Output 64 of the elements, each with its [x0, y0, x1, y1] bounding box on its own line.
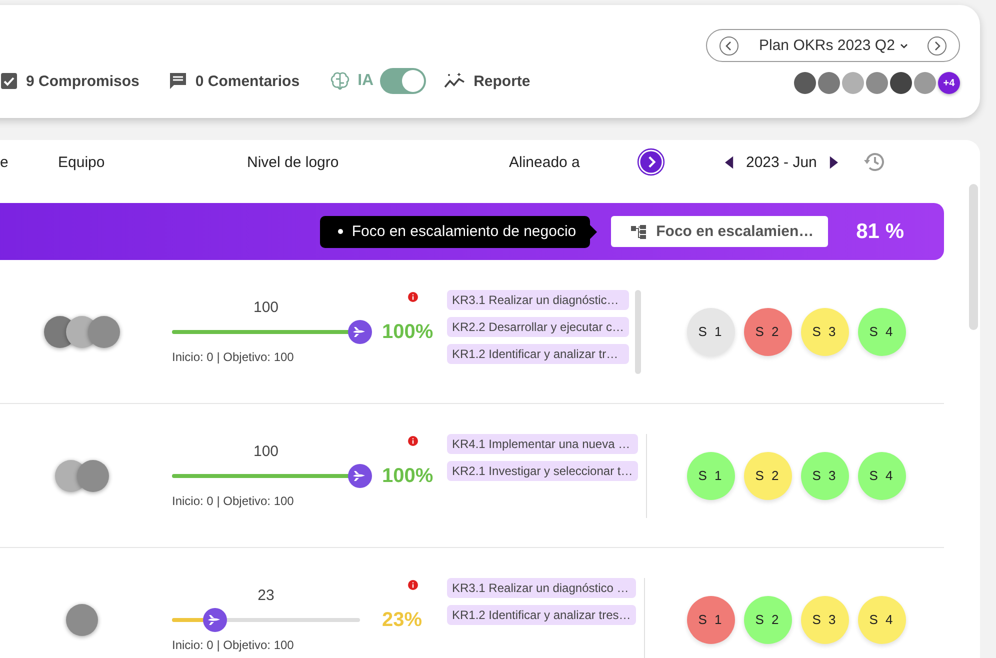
next-icon[interactable] [927, 36, 947, 56]
scrollbar[interactable] [969, 184, 978, 330]
sprint-status[interactable]: S 2 [744, 452, 792, 500]
rocket-icon[interactable] [203, 608, 228, 632]
progress-percent: 100% [382, 320, 434, 344]
progress-range: Inicio: 0 | Objetivo: 100 [172, 350, 295, 364]
sprint-status[interactable]: S 4 [858, 308, 906, 356]
progress-range: Inicio: 0 | Objetivo: 100 [172, 638, 295, 652]
key-result-tag[interactable]: KR1.2 Identificar y analizar tr… [447, 344, 630, 364]
team-avatars-drawing[interactable] [55, 460, 109, 492]
key-result-tag[interactable]: KR3.1 Realizar un diagnóstico … [447, 578, 636, 598]
focus-button[interactable]: Foco en escalamien… [611, 216, 828, 247]
avatar-placeholder[interactable] [818, 72, 840, 94]
scrollbar[interactable] [635, 290, 642, 374]
previous-icon[interactable] [719, 36, 739, 56]
progress-percent: 23% [382, 608, 422, 632]
key-result-tag[interactable]: KR4.1 Implementar una nueva … [447, 434, 638, 454]
key-result-tag[interactable]: KR3.1 Realizar un diagnóstic… [447, 290, 630, 310]
more-members-badge[interactable]: +4 [938, 72, 960, 94]
progress-percent: 100% [382, 464, 434, 488]
report-button[interactable]: Reporte [444, 72, 530, 90]
commitments-button[interactable]: 9 Compromisos [0, 72, 140, 90]
objective-percent: 81 % [856, 220, 904, 244]
sprint-status[interactable]: S 1 [687, 308, 735, 356]
brain-icon [330, 72, 350, 90]
period-label: 2023 - Jun [746, 154, 817, 170]
plan-selector[interactable]: Plan OKRs 2023 Q2 [706, 29, 960, 62]
ai-toggle[interactable] [380, 68, 426, 94]
progress-value: 100 [253, 443, 279, 460]
previous-period-icon[interactable] [725, 156, 734, 168]
sprint-status[interactable]: S 3 [801, 308, 849, 356]
avatar-placeholder[interactable] [794, 72, 816, 94]
rocket-icon[interactable] [348, 464, 372, 488]
history-icon[interactable] [862, 151, 885, 173]
sprint-status[interactable]: S 2 [744, 308, 792, 356]
sprint-status[interactable]: S 2 [744, 596, 792, 644]
hierarchy-icon [631, 224, 648, 238]
sprint-status[interactable]: S 3 [801, 596, 849, 644]
progress-range: Inicio: 0 | Objetivo: 100 [172, 494, 295, 508]
column-header: e [0, 154, 10, 170]
rocket-icon[interactable] [348, 320, 372, 344]
next-period-icon[interactable] [828, 156, 838, 168]
trend-icon [444, 72, 466, 90]
key-result-tag[interactable]: KR2.1 Investigar y seleccionar t… [447, 460, 638, 480]
comments-button[interactable]: 0 Comentarios [169, 72, 300, 90]
key-result-tag[interactable]: KR1.2 Identificar y analizar tres… [447, 604, 636, 624]
column-header: Nivel de logro [247, 154, 340, 170]
key-result-tag[interactable]: KR2.2 Desarrollar y ejecutar c… [447, 316, 630, 336]
ai-label: IA [358, 72, 374, 90]
sprint-status[interactable]: S 4 [858, 596, 906, 644]
progress-value: 23 [258, 587, 274, 604]
avatar-placeholder[interactable] [890, 72, 912, 94]
team-avatars-drawing[interactable] [66, 604, 98, 636]
sprint-status[interactable]: S 4 [858, 452, 906, 500]
column-header: Alineado a [509, 154, 581, 170]
tooltip-text: Foco en escalamiento de negocio [352, 223, 576, 240]
next-circle-icon[interactable] [637, 148, 665, 176]
sprint-status[interactable]: S 1 [687, 596, 735, 644]
team-avatars-drawing[interactable] [44, 316, 120, 348]
sprint-status[interactable]: S 1 [687, 452, 735, 500]
progress-value: 100 [253, 299, 279, 316]
sprint-status[interactable]: S 3 [801, 452, 849, 500]
comment-icon [169, 72, 188, 90]
column-header: Equipo [58, 154, 106, 170]
